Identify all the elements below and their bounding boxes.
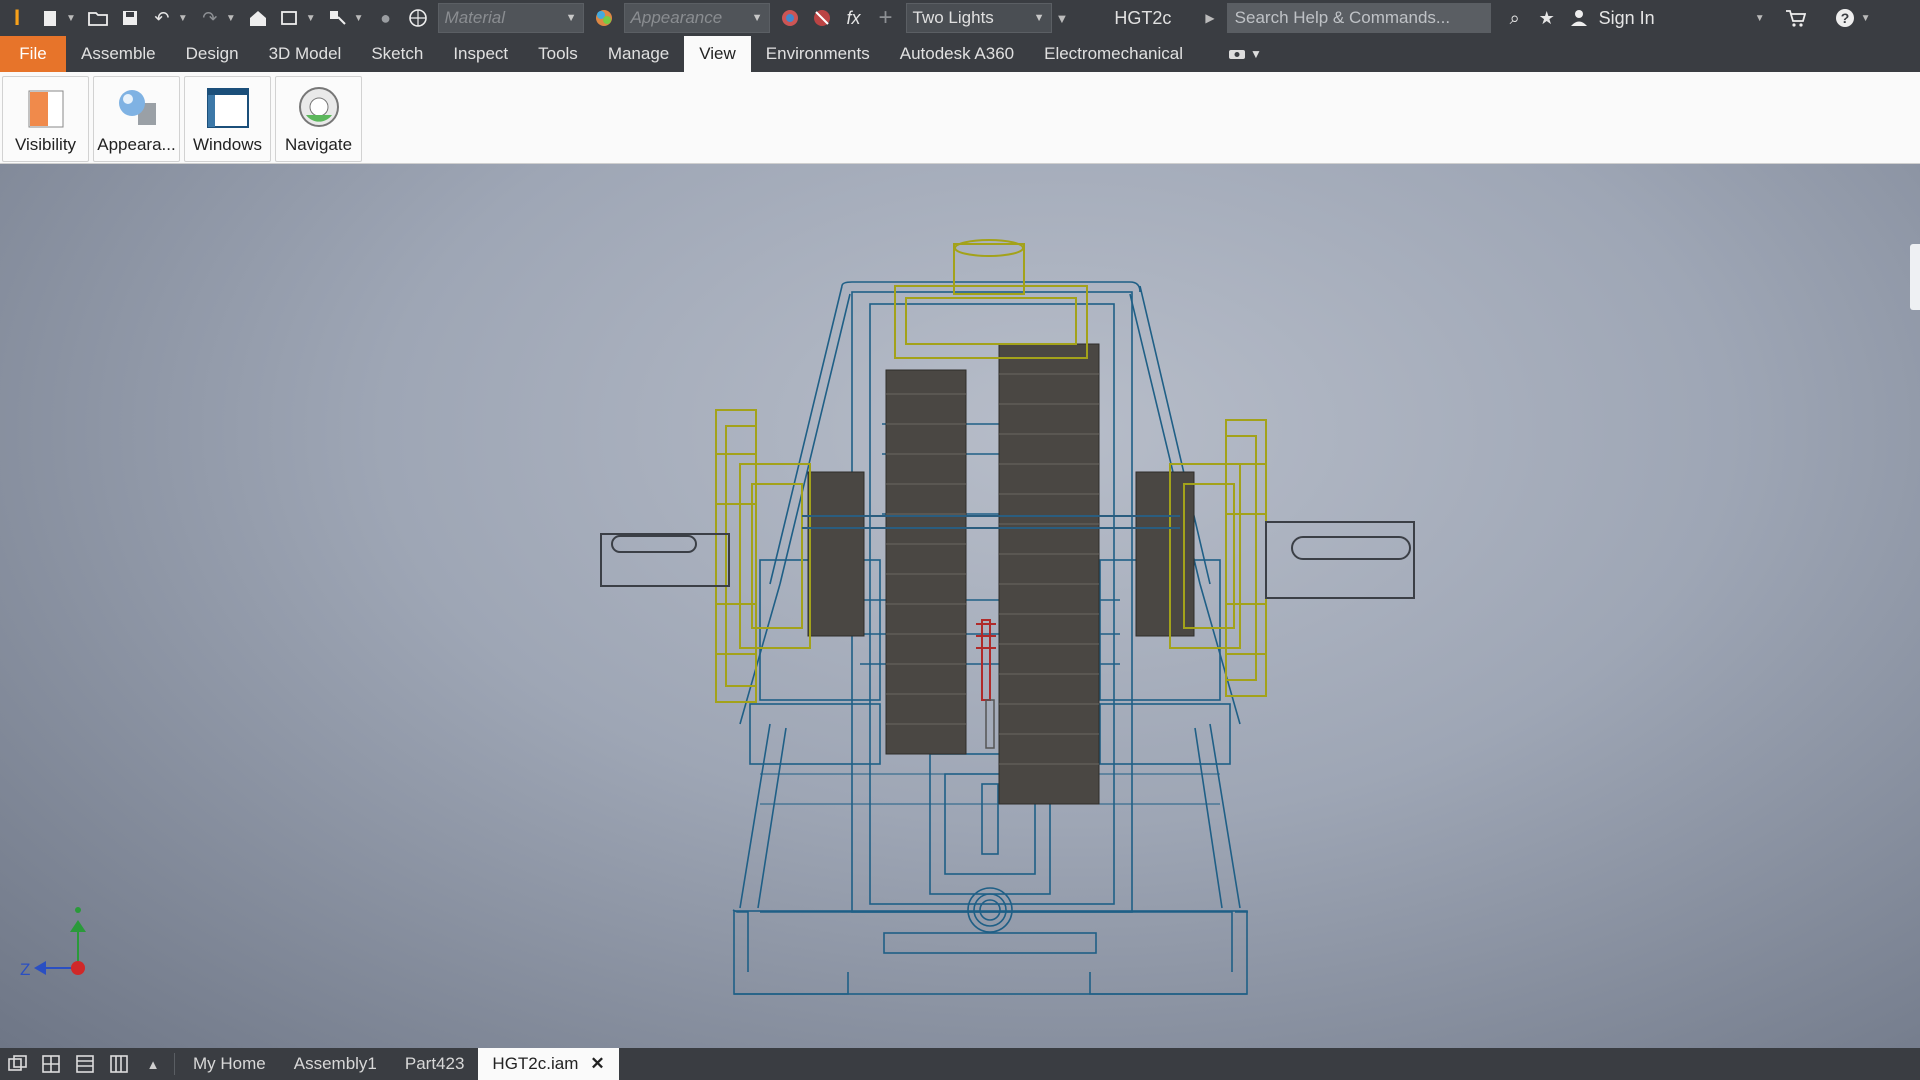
chevron-down-icon: ▼ <box>565 12 577 24</box>
svg-text:?: ? <box>1840 10 1849 26</box>
update-dropdown-icon[interactable]: ▼ <box>306 13 316 24</box>
orientation-triad <box>34 907 86 975</box>
lighting-style-dropdown[interactable]: Two Lights ▼ <box>905 3 1052 33</box>
undo-dropdown-icon[interactable]: ▼ <box>178 13 188 24</box>
sign-in-dropdown-icon[interactable]: ▼ <box>1755 13 1765 24</box>
doc-tab-label: Part423 <box>404 1054 465 1073</box>
customize-toolbar-icon[interactable]: ▼ <box>1056 11 1069 26</box>
cascade-windows-icon[interactable] <box>0 1048 34 1080</box>
appearance-dropdown[interactable]: Appearance ▼ <box>623 3 770 33</box>
chevron-down-icon: ▼ <box>751 12 763 24</box>
update-icon[interactable] <box>276 4 304 32</box>
ribbon-panel: Visibility Appeara... Windows Navigate <box>0 72 1920 164</box>
favorites-star-icon[interactable]: ★ <box>1533 4 1561 32</box>
material-dropdown[interactable]: Material ▼ <box>437 3 584 33</box>
chevron-down-icon: ▼ <box>1250 47 1262 61</box>
windows-button[interactable]: Windows <box>184 76 271 162</box>
inventor-logo-icon[interactable]: I <box>0 0 34 36</box>
help-icon[interactable]: ? <box>1831 4 1859 32</box>
appearance-sphere-icon[interactable] <box>590 4 618 32</box>
tab-3d-model[interactable]: 3D Model <box>254 36 357 72</box>
windows-icon <box>206 88 249 128</box>
search-input[interactable]: Search Help & Commands... <box>1226 3 1491 33</box>
camera-icon <box>1229 50 1246 59</box>
tab-inspect[interactable]: Inspect <box>438 36 523 72</box>
search-expand-icon[interactable]: ▶ <box>1205 11 1214 25</box>
fx-parameters-icon[interactable]: fx <box>840 4 868 32</box>
user-icon[interactable] <box>1565 4 1593 32</box>
quick-access-toolbar: I ▼ ↶ ▼ ↷ ▼ ▼ ▼ ● Material ▼ Appearance ▼ … <box>0 0 1920 36</box>
tile-windows-icon[interactable] <box>34 1048 68 1080</box>
document-title: HGT2c <box>1114 7 1172 28</box>
home-icon[interactable] <box>244 4 272 32</box>
appearance-placeholder: Appearance <box>630 8 723 27</box>
doc-tab-label: My Home <box>193 1054 266 1073</box>
appearance-button[interactable]: Appeara... <box>93 76 180 162</box>
doc-tab-hgt2c[interactable]: HGT2c.iam ✕ <box>478 1048 619 1080</box>
ribbon-tab-bar: File Assemble Design 3D Model Sketch Inspect T… <box>0 36 1920 72</box>
tab-file[interactable]: File <box>0 36 66 72</box>
cart-icon[interactable] <box>1781 4 1809 32</box>
redo-icon[interactable]: ↷ <box>196 4 224 32</box>
tile-vertical-icon[interactable] <box>102 1048 136 1080</box>
clear-appearance-icon[interactable] <box>808 4 836 32</box>
windows-label: Windows <box>193 135 262 154</box>
tab-manage[interactable]: Manage <box>593 36 684 72</box>
ribbon-options-icon[interactable]: ▼ <box>1228 36 1262 72</box>
new-file-icon[interactable] <box>36 4 64 32</box>
measure-plus-icon[interactable]: + <box>872 4 900 32</box>
adjust-appearance-icon[interactable] <box>776 4 804 32</box>
navigate-button[interactable]: Navigate <box>275 76 362 162</box>
binoculars-icon[interactable]: ⌕ <box>1501 4 1529 32</box>
doc-tab-part423[interactable]: Part423 <box>391 1048 479 1080</box>
tile-horizontal-icon[interactable] <box>68 1048 102 1080</box>
separator <box>174 1053 175 1075</box>
navigate-label: Navigate <box>284 135 353 154</box>
tab-view[interactable]: View <box>684 36 751 72</box>
redo-dropdown-icon[interactable]: ▼ <box>226 13 236 24</box>
tab-autodesk-a360[interactable]: Autodesk A360 <box>885 36 1029 72</box>
visibility-icon <box>28 90 63 128</box>
navigation-bar-handle[interactable] <box>1910 244 1920 310</box>
doc-tab-label: HGT2c.iam <box>492 1054 579 1073</box>
visibility-button[interactable]: Visibility <box>2 76 89 162</box>
document-tab-bar: ▲ My Home Assembly1 Part423 HGT2c.iam ✕ <box>0 1048 1920 1080</box>
tab-environments[interactable]: Environments <box>751 36 885 72</box>
appearance-spheres-icon <box>118 90 156 125</box>
help-dropdown-icon[interactable]: ▼ <box>1861 13 1871 24</box>
select-icon[interactable] <box>324 4 352 32</box>
graphics-viewport[interactable]: Z <box>0 164 1920 1048</box>
color-override-icon[interactable]: ● <box>372 4 400 32</box>
appearance-label: Appeara... <box>97 135 176 154</box>
undo-icon[interactable]: ↶ <box>148 4 176 32</box>
close-icon[interactable]: ✕ <box>590 1054 604 1074</box>
gearbox-wireframe-model[interactable]: Z <box>0 164 1920 1048</box>
tab-tools[interactable]: Tools <box>523 36 593 72</box>
select-dropdown-icon[interactable]: ▼ <box>354 13 364 24</box>
doc-tab-my-home[interactable]: My Home <box>179 1048 280 1080</box>
search-placeholder: Search Help & Commands... <box>1234 8 1451 27</box>
new-dropdown-icon[interactable]: ▼ <box>66 13 76 24</box>
tab-list-up-icon[interactable]: ▲ <box>136 1048 170 1080</box>
globe-icon[interactable] <box>404 4 432 32</box>
save-icon[interactable] <box>116 4 144 32</box>
sign-in-link[interactable]: Sign In <box>1599 8 1655 29</box>
tab-assemble[interactable]: Assemble <box>66 36 171 72</box>
doc-tab-assembly1[interactable]: Assembly1 <box>280 1048 391 1080</box>
lighting-style-value: Two Lights <box>912 8 994 27</box>
navigate-wheel-icon <box>298 87 339 127</box>
z-axis-label: Z <box>20 960 30 979</box>
visibility-label: Visibility <box>14 135 77 154</box>
tab-sketch[interactable]: Sketch <box>356 36 438 72</box>
tab-electromechanical[interactable]: Electromechanical <box>1029 36 1198 72</box>
doc-tab-label: Assembly1 <box>293 1054 377 1073</box>
chevron-down-icon: ▼ <box>1033 12 1045 24</box>
tab-design[interactable]: Design <box>171 36 254 72</box>
material-placeholder: Material <box>444 8 505 27</box>
open-folder-icon[interactable] <box>84 4 112 32</box>
